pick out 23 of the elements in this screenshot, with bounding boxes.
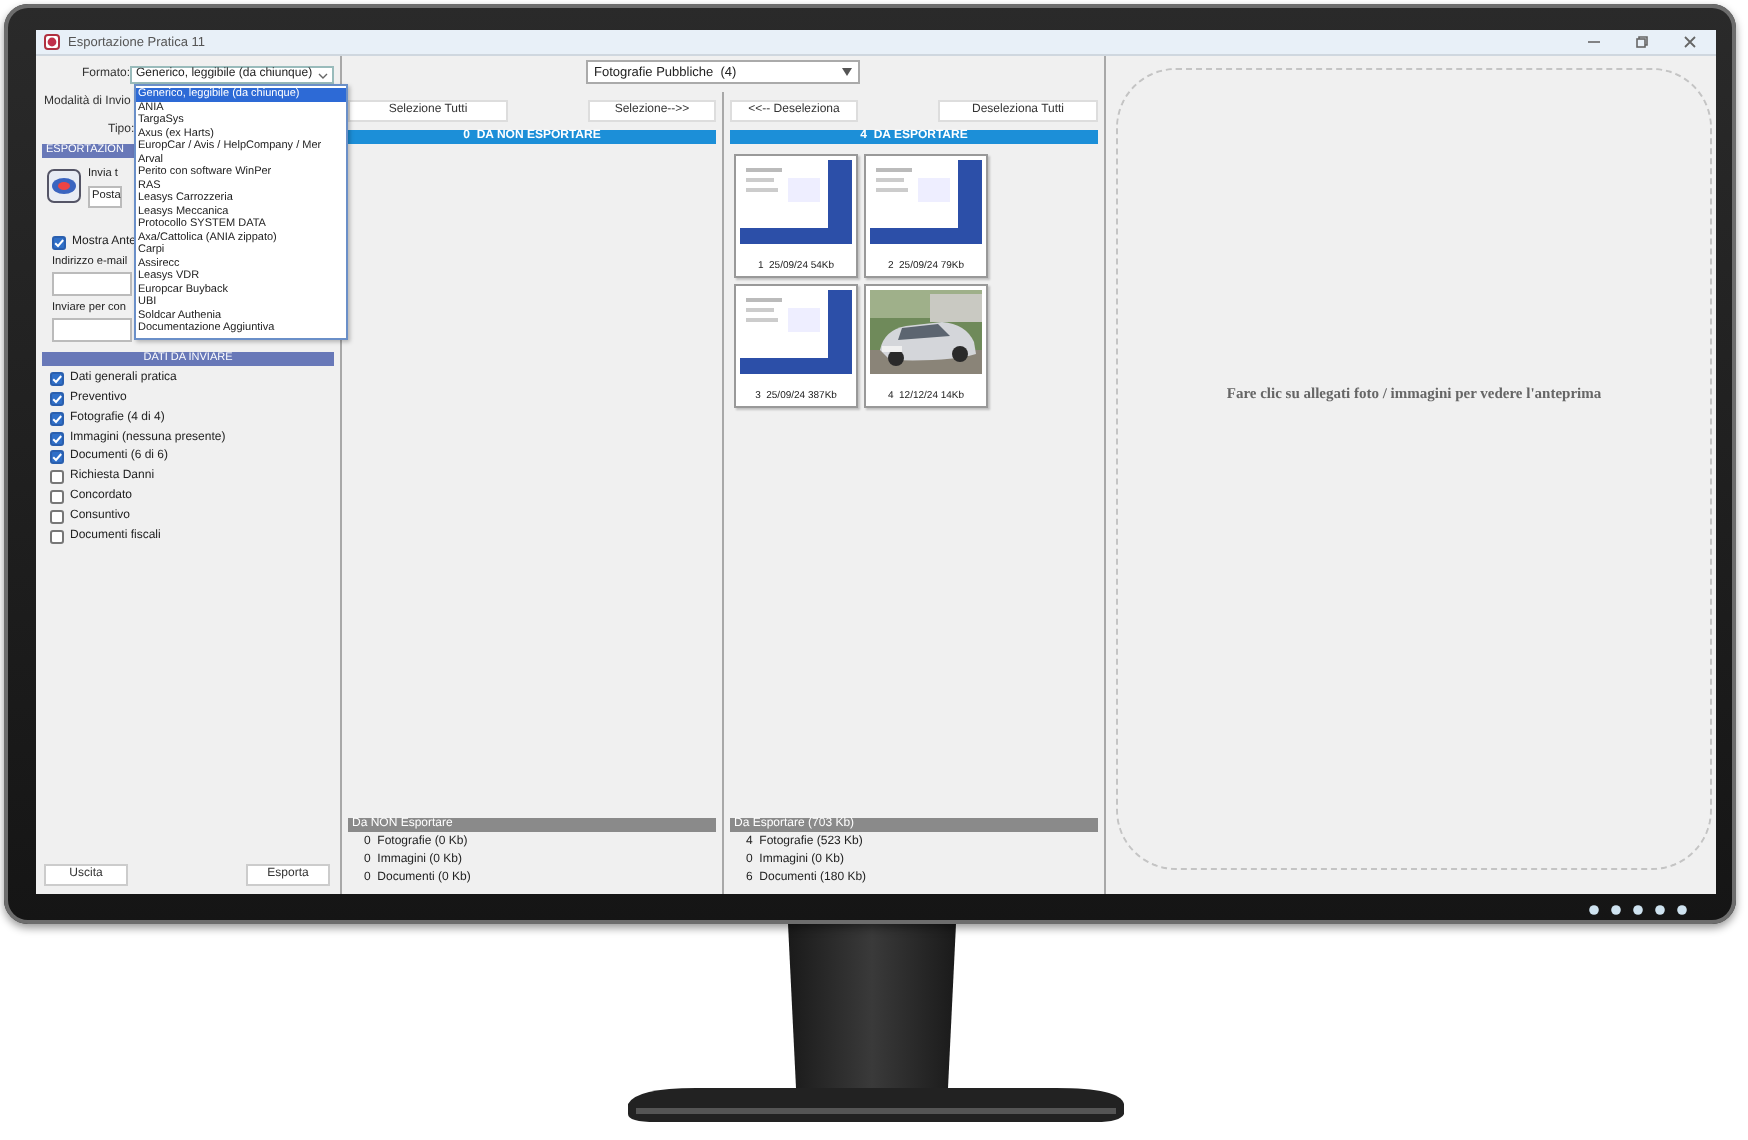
- close-icon[interactable]: [1684, 36, 1696, 48]
- caret-icon: [318, 71, 328, 79]
- indicator-lights-icon: [1588, 904, 1688, 916]
- checkbox[interactable]: [50, 431, 64, 446]
- cc-field[interactable]: [52, 317, 132, 342]
- caret-icon: [842, 68, 852, 76]
- checkbox[interactable]: [50, 509, 64, 524]
- checkbox[interactable]: [52, 236, 66, 251]
- app-icon: [44, 34, 60, 50]
- checkbox[interactable]: [50, 489, 64, 504]
- mail-icon: [46, 168, 82, 204]
- checkbox[interactable]: [50, 529, 64, 544]
- screenshot-drawing: [740, 160, 852, 244]
- checkbox[interactable]: [50, 411, 64, 426]
- checkbox[interactable]: [50, 470, 64, 485]
- checkbox[interactable]: [50, 372, 64, 387]
- restore-icon[interactable]: [1636, 36, 1648, 48]
- screenshot-drawing: [870, 160, 982, 244]
- screenshot-drawing: [740, 290, 852, 374]
- checkbox[interactable]: [50, 391, 64, 406]
- checkbox[interactable]: [50, 450, 64, 465]
- email-field[interactable]: [52, 271, 132, 296]
- minimize-icon[interactable]: [1588, 36, 1600, 48]
